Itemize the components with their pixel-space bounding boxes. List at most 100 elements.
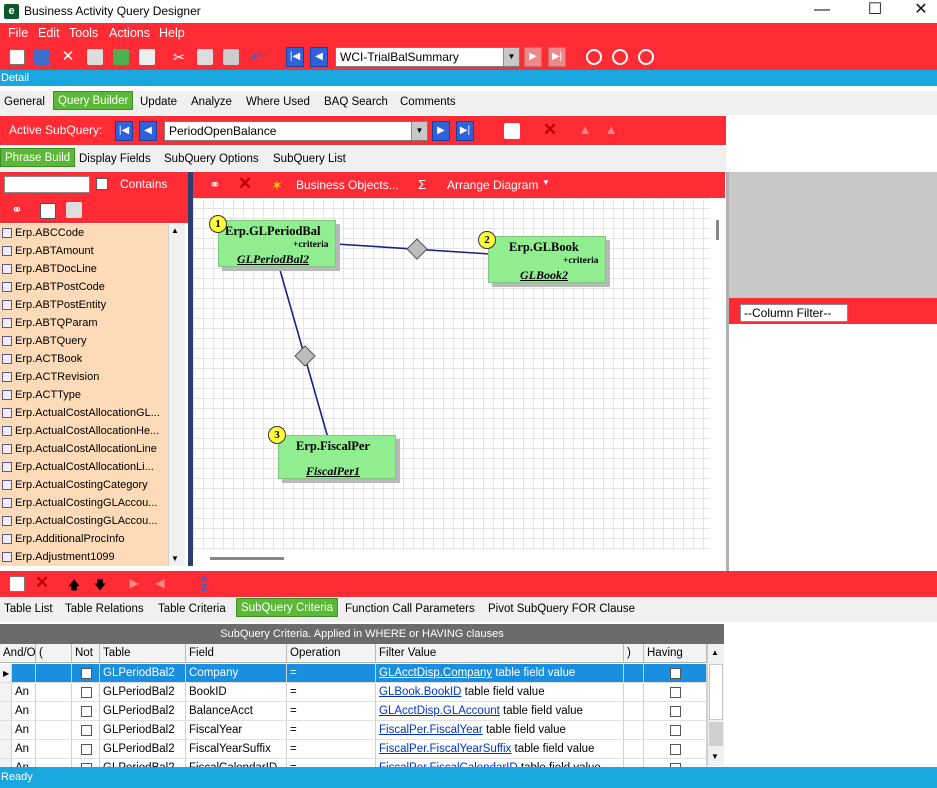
- table-cell[interactable]: GLPeriodBal2: [100, 664, 186, 683]
- operation-cell[interactable]: =: [287, 683, 376, 702]
- delete-table-icon[interactable]: ✕: [237, 175, 253, 192]
- filter-value-cell[interactable]: GLAcctDisp.GLAccount table field value: [376, 702, 624, 721]
- table-cell[interactable]: GLPeriodBal2: [100, 759, 186, 767]
- filter-value-cell[interactable]: GLBook.BookID table field value: [376, 683, 624, 702]
- table-icon[interactable]: [40, 203, 56, 219]
- andor-cell[interactable]: [12, 664, 36, 683]
- not-cell[interactable]: [72, 721, 100, 740]
- table-list-item[interactable]: Erp.ACTBook: [0, 350, 168, 368]
- having-cell[interactable]: [644, 664, 707, 683]
- first-record-button[interactable]: |◀: [286, 47, 304, 67]
- not-checkbox[interactable]: [81, 687, 92, 698]
- stop-icon[interactable]: [638, 49, 654, 65]
- having-checkbox[interactable]: [670, 706, 681, 717]
- criteria-grid-scrollbar[interactable]: ▲ ▼: [707, 644, 724, 766]
- open-paren-cell[interactable]: [36, 721, 72, 740]
- table-list-item[interactable]: Erp.ABTAmount: [0, 242, 168, 260]
- forward-icon[interactable]: [612, 49, 628, 65]
- table-list-item[interactable]: Erp.Adjustment1099: [0, 548, 168, 566]
- menu-help[interactable]: Help: [159, 26, 185, 40]
- table-row[interactable]: An GLPeriodBal2 BalanceAcct = GLAcctDisp.GLA…: [0, 702, 707, 721]
- not-cell[interactable]: [72, 664, 100, 683]
- tab-update[interactable]: Update: [136, 93, 181, 112]
- cut-icon[interactable]: ✂: [171, 49, 187, 65]
- table-list-item[interactable]: Erp.ActualCostingCategory: [0, 476, 168, 494]
- tab-analyze[interactable]: Analyze: [187, 93, 236, 112]
- tab-phrase-build[interactable]: Phrase Build: [0, 148, 76, 167]
- paste-icon[interactable]: [223, 49, 239, 65]
- move-down-icon[interactable]: ▲: [603, 122, 619, 138]
- tab-function-call-parameters[interactable]: Function Call Parameters: [341, 600, 479, 619]
- refresh-icon[interactable]: [113, 49, 129, 65]
- table-list-item[interactable]: Erp.ABTQuery: [0, 332, 168, 350]
- table-row[interactable]: An GLPeriodBal2 FiscalYearSuffix = FiscalPer…: [0, 740, 707, 759]
- business-objects-button[interactable]: Business Objects...: [296, 178, 399, 192]
- tab-baq-search[interactable]: BAQ Search: [320, 93, 392, 112]
- chevron-down-icon[interactable]: ▼: [542, 178, 550, 187]
- table-cell[interactable]: GLPeriodBal2: [100, 721, 186, 740]
- table-row[interactable]: An GLPeriodBal2FiscalCalendarID=FiscalPer…: [0, 759, 707, 767]
- open-paren-cell[interactable]: [36, 664, 72, 683]
- field-cell[interactable]: FiscalYearSuffix: [186, 740, 287, 759]
- last-record-button[interactable]: ▶|: [548, 47, 566, 67]
- link-icon[interactable]: ⚭: [207, 177, 223, 193]
- column-header[interactable]: Table: [100, 644, 186, 663]
- table-list-item[interactable]: Erp.ACTRevision: [0, 368, 168, 386]
- andor-cell[interactable]: An: [12, 759, 36, 767]
- field-cell[interactable]: FiscalYear: [186, 721, 287, 740]
- delete-criteria-icon[interactable]: ✕: [34, 574, 50, 591]
- having-checkbox[interactable]: [670, 687, 681, 698]
- open-paren-cell[interactable]: [36, 702, 72, 721]
- tab-table-relations[interactable]: Table Relations: [61, 600, 148, 619]
- not-cell[interactable]: [72, 683, 100, 702]
- having-cell[interactable]: [644, 740, 707, 759]
- not-cell[interactable]: [72, 702, 100, 721]
- column-header[interactable]: And/O: [0, 644, 36, 663]
- table-node-fiscalper[interactable]: Erp.FiscalPer FiscalPer1: [278, 435, 396, 479]
- save-layout-icon[interactable]: [66, 202, 82, 218]
- not-checkbox[interactable]: [81, 706, 92, 717]
- table-list-item[interactable]: Erp.ABTDocLine: [0, 260, 168, 278]
- having-cell[interactable]: [644, 721, 707, 740]
- chevron-down-icon[interactable]: ▼: [503, 48, 519, 66]
- subquery-previous-button[interactable]: ◀: [139, 121, 157, 141]
- table-list-item[interactable]: Erp.ActualCostingGLAccou...: [0, 512, 168, 530]
- sigma-button[interactable]: Σ: [418, 177, 426, 192]
- not-cell[interactable]: [72, 759, 100, 767]
- subquery-last-button[interactable]: ▶|: [456, 121, 474, 141]
- tab-pivot-subquery[interactable]: Pivot SubQuery FOR Clause: [484, 600, 639, 619]
- close-paren-cell[interactable]: [624, 702, 644, 721]
- tab-subquery-options[interactable]: SubQuery Options: [160, 150, 263, 169]
- subquery-next-button[interactable]: ▶: [432, 121, 450, 141]
- arrange-diagram-button[interactable]: Arrange Diagram: [447, 178, 538, 192]
- table-node-glperiodbal[interactable]: Erp.GLPeriodBal +criteria GLPeriodBal2: [218, 220, 336, 267]
- menu-tools[interactable]: Tools: [69, 26, 98, 40]
- operation-cell[interactable]: =: [287, 702, 376, 721]
- new-criteria-icon[interactable]: [9, 576, 25, 592]
- filter-value-link[interactable]: FiscalPer.FiscalYearSuffix: [379, 743, 511, 755]
- table-list-item[interactable]: Erp.ACTType: [0, 386, 168, 404]
- table-row[interactable]: ▶ GLPeriodBal2 Company = GLAcctDisp.Company …: [0, 664, 707, 683]
- join-diamond-1-3[interactable]: [294, 345, 316, 367]
- table-list-item[interactable]: Erp.ActualCostAllocationGL...: [0, 404, 168, 422]
- delete-icon[interactable]: ✕: [60, 49, 76, 65]
- scroll-thumb[interactable]: [716, 220, 719, 240]
- move-up-icon[interactable]: ▲: [577, 122, 593, 138]
- table-list-item[interactable]: Erp.ABTPostEntity: [0, 296, 168, 314]
- move-down-icon[interactable]: 🡇: [92, 576, 108, 592]
- operation-cell[interactable]: =: [287, 664, 376, 683]
- having-cell[interactable]: [644, 683, 707, 702]
- andor-cell[interactable]: An: [12, 721, 36, 740]
- subquery-combo[interactable]: PeriodOpenBalance ▼: [164, 121, 428, 141]
- new-subquery-icon[interactable]: [504, 123, 520, 139]
- operation-cell[interactable]: =: [287, 759, 376, 767]
- tab-subquery-list[interactable]: SubQuery List: [269, 150, 350, 169]
- andor-cell[interactable]: An: [12, 702, 36, 721]
- indent-left-icon[interactable]: ◀: [152, 576, 168, 592]
- filter-value-cell[interactable]: FiscalPer.FiscalCalendarID table field v…: [376, 759, 624, 767]
- scroll-up-icon[interactable]: ▲: [171, 226, 179, 235]
- table-list-item[interactable]: Erp.ActualCostingGLAccou...: [0, 494, 168, 512]
- menu-actions[interactable]: Actions: [109, 26, 150, 40]
- column-header[interactable]: Filter Value: [376, 644, 624, 663]
- filter-value-link[interactable]: FiscalPer.FiscalYear: [379, 724, 483, 736]
